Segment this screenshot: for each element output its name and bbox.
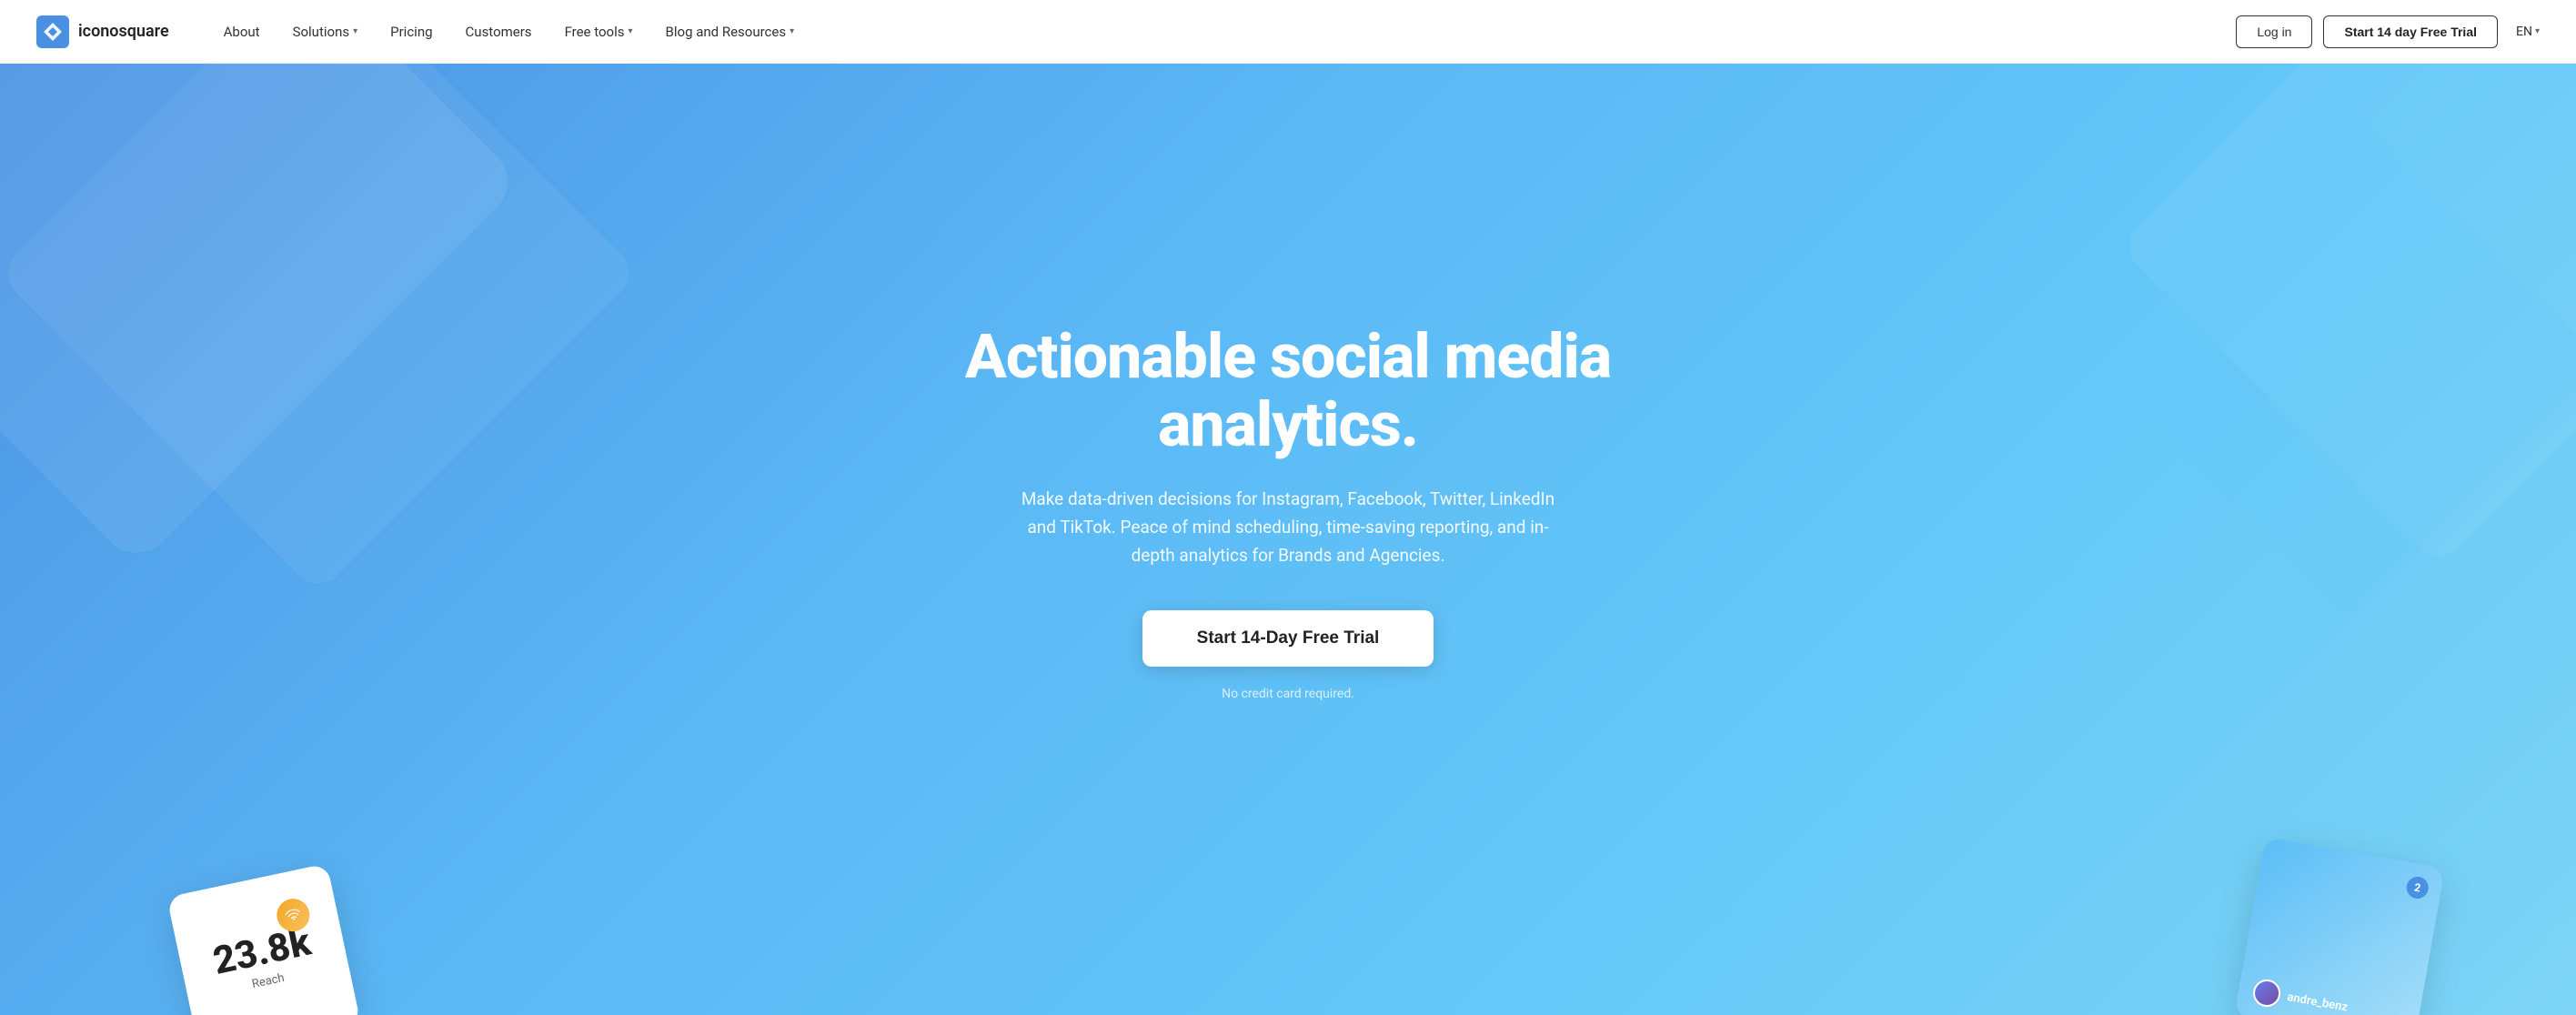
navbar: iconosquare About Solutions ▾ Pricing Cu…	[0, 0, 2576, 64]
blog-chevron: ▾	[790, 26, 794, 36]
nav-links: About Solutions ▾ Pricing Customers Free…	[224, 24, 2237, 40]
hero-subtitle: Make data-driven decisions for Instagram…	[1006, 485, 1570, 570]
nav-pricing[interactable]: Pricing	[390, 24, 432, 40]
card-left-number: 23.8k	[210, 923, 314, 980]
analytics-card-left: 23.8k Reach	[166, 863, 360, 1015]
avatar	[2251, 978, 2283, 1010]
login-button[interactable]: Log in	[2236, 15, 2312, 48]
analytics-card-right: 2 andre_benz	[2234, 837, 2445, 1015]
nav-customers[interactable]: Customers	[466, 24, 532, 40]
hero-title: Actionable social media analytics.	[933, 323, 1643, 459]
trial-nav-button[interactable]: Start 14 day Free Trial	[2323, 15, 2498, 48]
hero-content: Actionable social media analytics. Make …	[915, 323, 1661, 701]
nav-actions: Log in Start 14 day Free Trial EN ▾	[2236, 15, 2540, 48]
hero-cta-button[interactable]: Start 14-Day Free Trial	[1142, 610, 1434, 667]
logo-link[interactable]: iconosquare	[36, 15, 169, 48]
username-text: andre_benz	[2286, 990, 2349, 1014]
no-cc-text: No credit card required.	[933, 687, 1643, 701]
nav-about[interactable]: About	[224, 24, 260, 40]
logo-icon	[36, 15, 69, 48]
nav-free-tools[interactable]: Free tools ▾	[565, 24, 633, 40]
lang-selector[interactable]: EN ▾	[2516, 25, 2540, 39]
nav-blog[interactable]: Blog and Resources ▾	[666, 24, 795, 40]
user-avatar-row: andre_benz	[2251, 978, 2350, 1015]
lang-chevron: ▾	[2535, 26, 2540, 36]
nav-solutions[interactable]: Solutions ▾	[293, 24, 358, 40]
free-tools-chevron: ▾	[629, 26, 633, 36]
logo-text: iconosquare	[78, 22, 169, 41]
notification-badge: 2	[2405, 875, 2430, 900]
solutions-chevron: ▾	[353, 26, 357, 36]
hero-section: Actionable social media analytics. Make …	[0, 0, 2576, 1015]
